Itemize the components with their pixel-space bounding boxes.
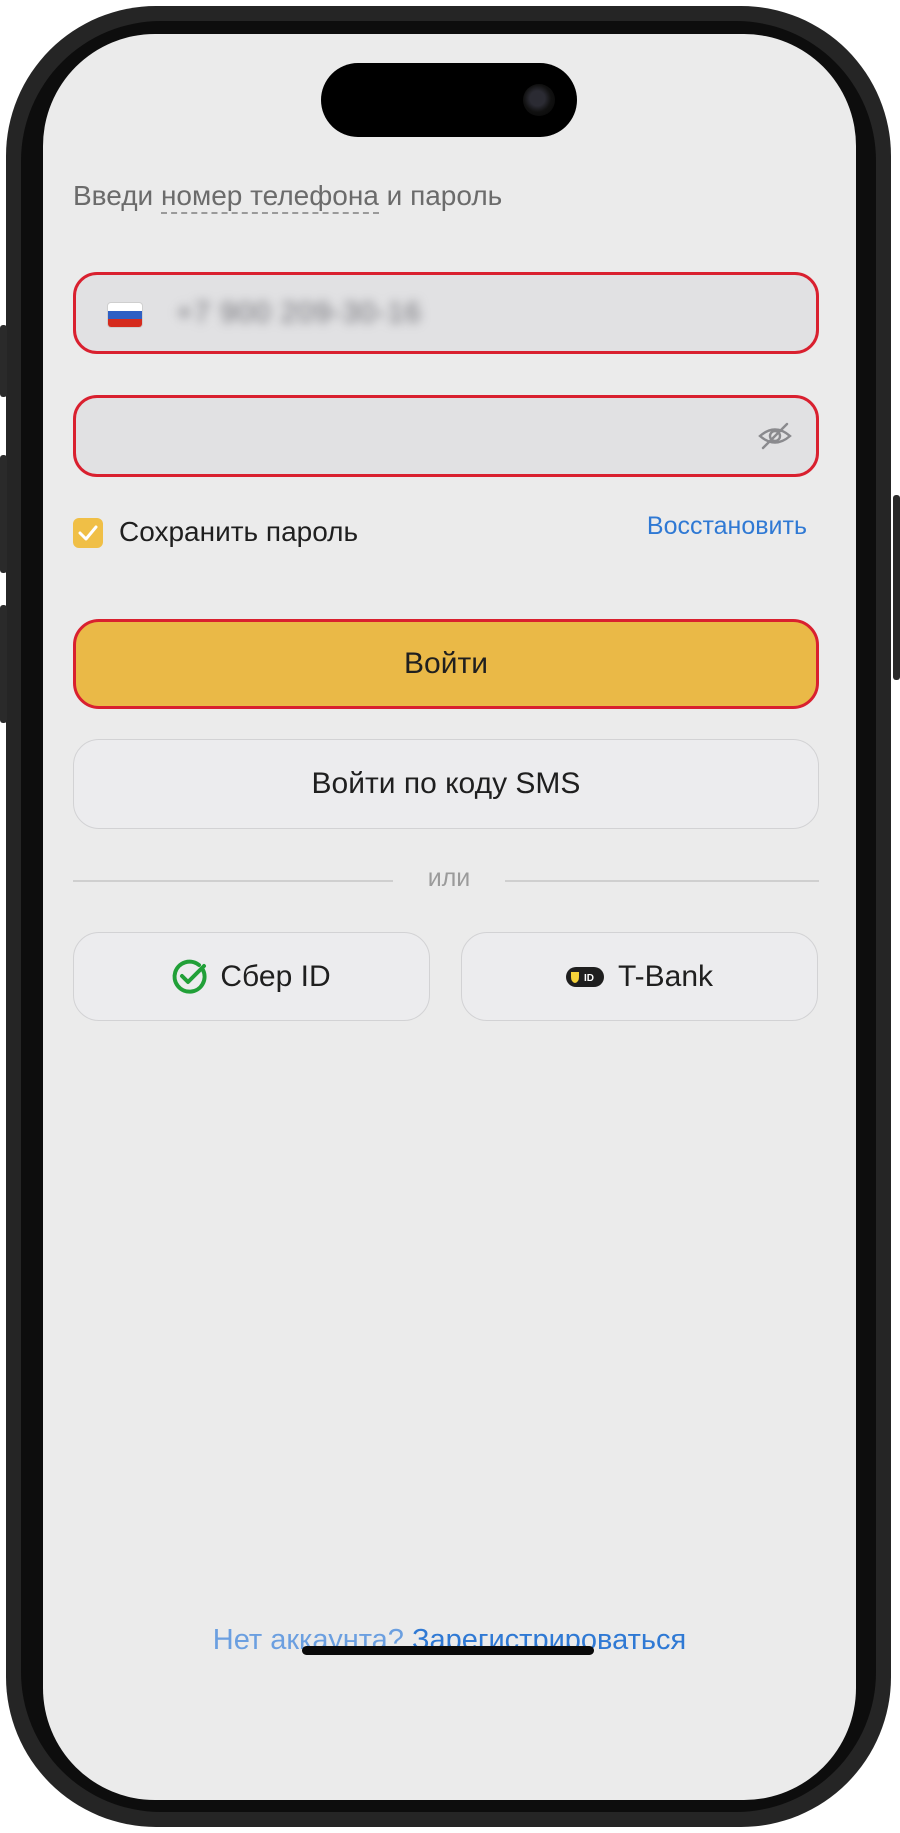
tbank-badge-text: ID [584,973,594,984]
volume-up-button [0,455,7,573]
screen: Введи номер телефона и пароль +7 900 209… [43,34,856,1800]
dynamic-island [321,63,577,137]
sber-id-button[interactable]: Сбер ID [73,932,430,1021]
phone-number-hint-link[interactable]: номер телефона [160,180,379,214]
prompt-text-start: Введи [73,180,161,211]
tbank-button[interactable]: ID T-Bank [461,932,818,1021]
login-button[interactable]: Войти [73,619,819,709]
prompt-text-end: и пароль [378,180,503,211]
action-button [0,325,7,397]
camera-icon [523,84,555,116]
home-indicator[interactable] [302,1646,594,1655]
sms-login-button[interactable]: Войти по коду SMS [73,739,819,829]
sber-id-label: Сбер ID [220,959,331,993]
password-field[interactable] [73,395,819,477]
phone-input-value[interactable]: +7 900 209-30-16 [176,297,422,330]
divider-left [73,880,393,882]
save-password-checkbox[interactable] [73,518,103,548]
tbank-logo-icon: ID [565,966,604,987]
eye-off-icon[interactable] [758,422,792,450]
sber-logo-icon [172,959,207,994]
divider-right [505,880,819,882]
tbank-label: T-Bank [617,959,714,993]
save-password-label[interactable]: Сохранить пароль [119,516,358,548]
restore-password-link[interactable]: Восстановить [647,512,807,541]
divider-text: или [427,864,471,892]
russia-flag-icon[interactable] [108,303,142,327]
power-button [893,495,900,680]
check-icon [78,525,98,541]
login-prompt: Введи номер телефона и пароль [73,180,503,214]
volume-down-button [0,605,7,723]
phone-field[interactable]: +7 900 209-30-16 [73,272,819,354]
